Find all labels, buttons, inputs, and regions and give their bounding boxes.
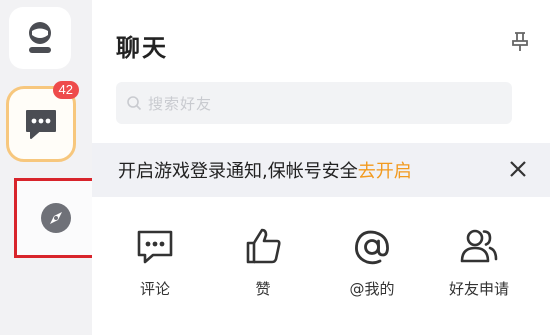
chat-bubble-icon <box>26 110 56 139</box>
enable-notification-link[interactable]: 去开启 <box>358 157 412 183</box>
close-banner-button[interactable] <box>508 159 528 184</box>
mentions-button[interactable]: @我的 <box>322 222 422 312</box>
at-icon <box>355 230 389 265</box>
pin-icon <box>512 32 528 51</box>
discover-nav-button[interactable] <box>14 178 98 258</box>
search-input[interactable]: 搜索好友 <box>116 82 512 124</box>
profile-button[interactable] <box>9 7 71 69</box>
notice-text: 开启游戏登录通知,保帐号安全 <box>118 161 358 182</box>
comments-button[interactable]: 评论 <box>105 222 205 312</box>
user-icon <box>29 22 51 53</box>
chat-nav-button[interactable]: 42 <box>6 81 79 162</box>
close-icon <box>510 161 526 177</box>
left-rail: 42 <box>0 0 98 335</box>
friend-requests-button[interactable]: 好友申请 <box>429 222 529 312</box>
page-title: 聊天 <box>116 34 168 62</box>
thumbs-up-icon <box>246 228 281 264</box>
login-notification-banner: 开启游戏登录通知,保帐号安全 去开启 <box>92 143 550 197</box>
likes-button[interactable]: 赞 <box>213 222 313 312</box>
message-category-row: 评论 赞 @我的 好友申请 <box>92 222 550 312</box>
compass-icon <box>41 203 71 233</box>
friend-requests-label: 好友申请 <box>448 280 509 298</box>
unread-count-badge: 42 <box>52 81 79 99</box>
search-icon <box>127 96 142 111</box>
likes-label: 赞 <box>255 280 271 298</box>
pin-button[interactable] <box>508 30 532 56</box>
chat-panel: 聊天 搜索好友 开启游戏登录通知,保帐号安全 去开启 评论 赞 @我的 好友申请 <box>92 0 550 335</box>
friend-request-icon <box>460 229 498 263</box>
mentions-label: @我的 <box>349 280 395 298</box>
comments-label: 评论 <box>139 280 170 298</box>
search-placeholder: 搜索好友 <box>148 94 213 113</box>
comment-icon <box>137 230 173 264</box>
